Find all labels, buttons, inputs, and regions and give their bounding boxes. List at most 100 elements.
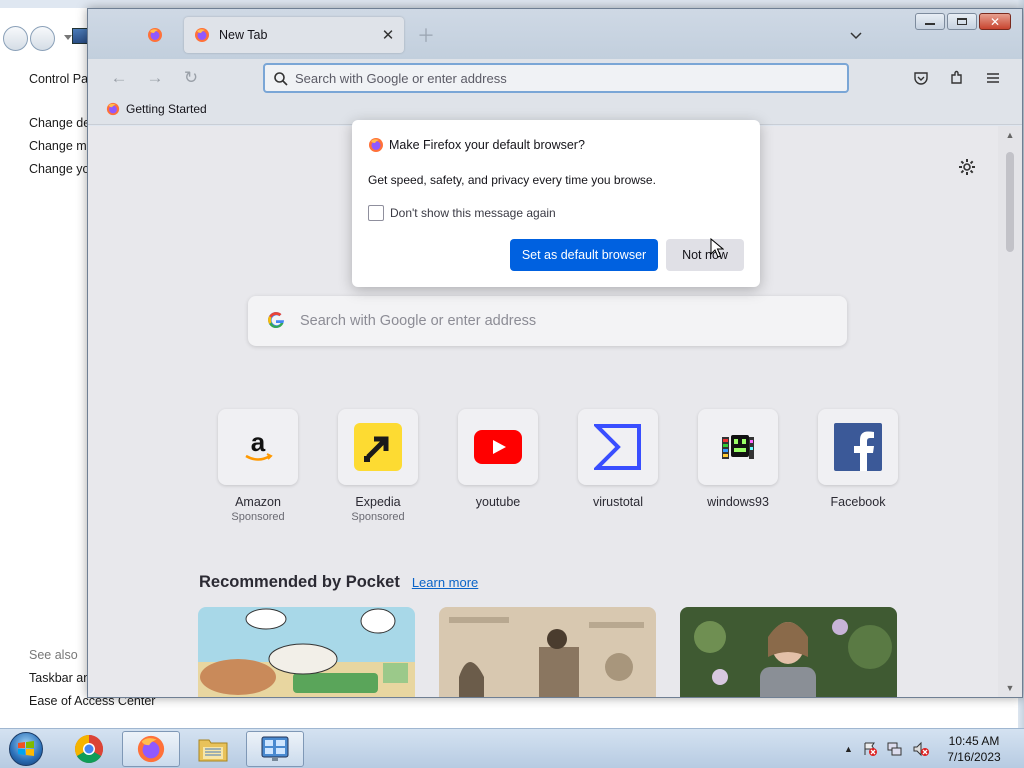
control-panel-icon <box>261 736 289 761</box>
chrome-icon <box>75 735 103 763</box>
scroll-down-icon[interactable]: ▼ <box>1004 683 1016 693</box>
taskbar-file-explorer[interactable] <box>184 731 242 767</box>
control-panel-icon <box>72 28 88 44</box>
pocket-title: Recommended by Pocket <box>199 573 400 591</box>
menu-icon[interactable] <box>980 65 1006 91</box>
taskbar: ▲ 10:45 AM 7/16/2023 <box>0 728 1024 768</box>
forward-button[interactable] <box>30 26 55 51</box>
top-site-label: virustotal <box>592 495 644 509</box>
new-tab-button[interactable]: ＋ <box>414 23 438 47</box>
dont-show-again-checkbox[interactable]: Don't show this message again <box>368 205 556 221</box>
address-bar-placeholder: Search with Google or enter address <box>295 70 507 86</box>
scrollbar-thumb[interactable] <box>1006 152 1014 252</box>
clock-time: 10:45 AM <box>948 734 1000 748</box>
facebook-icon <box>834 423 882 471</box>
back-button[interactable] <box>3 26 28 51</box>
taskbar-control-panel[interactable] <box>246 731 304 767</box>
reload-icon[interactable]: ↻ <box>178 65 204 91</box>
sidebar-link[interactable]: Change de <box>29 114 94 137</box>
page-scrollbar[interactable]: ▲ ▼ <box>998 126 1022 697</box>
control-panel-title-strip <box>0 0 1024 8</box>
virustotal-icon <box>594 424 641 470</box>
sidebar-link[interactable]: Change mo <box>29 137 94 160</box>
start-button[interactable] <box>4 730 48 768</box>
sponsored-label: Sponsored <box>351 511 405 523</box>
back-icon[interactable]: ← <box>106 65 132 91</box>
folder-icon <box>198 739 228 762</box>
bookmark-label: Getting Started <box>126 102 207 116</box>
pocket-card-image[interactable] <box>680 607 897 697</box>
newtab-search-placeholder: Search with Google or enter address <box>300 313 537 329</box>
taskbar-clock[interactable]: 10:45 AM 7/16/2023 <box>938 733 1010 765</box>
top-site-tile[interactable]: a Amazon Sponsored <box>198 409 318 523</box>
sidebar-link[interactable]: Change yo <box>29 160 94 183</box>
tab-title: New Tab <box>219 28 268 42</box>
forward-icon[interactable]: → <box>142 65 168 91</box>
top-site-label: windows93 <box>707 495 769 509</box>
dialog-title: Make Firefox your default browser? <box>368 137 585 153</box>
pocket-header: Recommended by Pocket Learn more <box>199 573 478 592</box>
top-site-tile[interactable]: windows93 <box>678 409 798 523</box>
maximize-button[interactable] <box>947 13 977 30</box>
expedia-icon <box>354 423 402 471</box>
checkbox-label[interactable]: Don't show this message again <box>390 206 556 220</box>
sponsored-label: Sponsored <box>231 511 285 523</box>
close-icon[interactable]: ✕ <box>376 23 400 47</box>
windows93-icon <box>722 435 754 459</box>
not-now-button[interactable]: Not now <box>666 239 744 271</box>
firefox-icon <box>137 735 165 763</box>
close-window-button[interactable]: ✕ <box>979 13 1011 30</box>
bookmark-getting-started[interactable]: Getting Started <box>106 102 207 116</box>
tab-new-tab[interactable]: New Tab ✕ <box>184 17 404 53</box>
set-default-browser-button[interactable]: Set as default browser <box>510 239 658 271</box>
search-icon <box>274 72 288 86</box>
newtab-search-box[interactable]: Search with Google or enter address <box>248 296 847 346</box>
taskbar-firefox[interactable] <box>122 731 180 767</box>
pocket-card-image[interactable] <box>439 607 656 697</box>
windows-logo-icon <box>9 732 43 766</box>
control-panel-sidebar: Control Par Change de Change mo Change y… <box>29 70 94 183</box>
show-hidden-icons-icon[interactable]: ▲ <box>844 744 853 754</box>
dialog-message: Get speed, safety, and privacy every tim… <box>368 173 656 187</box>
extensions-icon[interactable] <box>944 65 970 91</box>
action-center-icon[interactable] <box>862 741 878 757</box>
tab-bar: New Tab ✕ ＋ ✕ <box>88 9 1022 59</box>
top-sites: a Amazon Sponsored Expedia Sponsored you… <box>198 409 918 523</box>
chevron-down-icon[interactable] <box>844 23 868 47</box>
pocket-card-image[interactable] <box>198 607 415 697</box>
svg-text:a: a <box>251 427 266 457</box>
firefox-icon <box>195 28 209 42</box>
firefox-window: New Tab ✕ ＋ ✕ ← → ↻ Search with Google o… <box>87 8 1023 698</box>
network-icon[interactable] <box>887 741 903 757</box>
pocket-icon[interactable] <box>908 65 934 91</box>
pocket-cards <box>198 607 897 697</box>
top-site-label: youtube <box>475 495 521 509</box>
top-site-tile[interactable]: Expedia Sponsored <box>318 409 438 523</box>
firefox-icon <box>369 138 383 152</box>
top-site-tile[interactable]: virustotal <box>558 409 678 523</box>
nav-bar: ← → ↻ Search with Google or enter addres… <box>88 59 1022 97</box>
tab-pinned-firefox[interactable] <box>130 17 180 53</box>
firefox-icon <box>106 102 120 116</box>
youtube-icon <box>474 430 522 464</box>
clock-date: 7/16/2023 <box>947 750 1001 764</box>
control-panel-navbar <box>0 22 100 54</box>
gear-icon[interactable] <box>956 156 978 178</box>
mouse-cursor-icon <box>710 238 724 258</box>
scroll-up-icon[interactable]: ▲ <box>1004 130 1016 140</box>
control-panel-home-link[interactable]: Control Par <box>29 70 94 93</box>
top-site-tile[interactable]: youtube <box>438 409 558 523</box>
recent-pages-icon[interactable] <box>64 35 72 40</box>
top-site-label: Amazon <box>235 495 281 509</box>
dialog-title-text: Make Firefox your default browser? <box>389 138 585 152</box>
learn-more-link[interactable]: Learn more <box>412 575 478 590</box>
minimize-button[interactable] <box>915 13 945 30</box>
system-tray: ▲ <box>844 729 930 768</box>
volume-muted-icon[interactable] <box>912 741 930 757</box>
taskbar-chrome[interactable] <box>60 731 118 767</box>
checkbox-box[interactable] <box>368 205 384 221</box>
amazon-icon: a <box>245 427 273 461</box>
top-site-tile[interactable]: Facebook <box>798 409 918 523</box>
address-bar[interactable]: Search with Google or enter address <box>263 63 849 93</box>
firefox-icon <box>148 28 162 42</box>
